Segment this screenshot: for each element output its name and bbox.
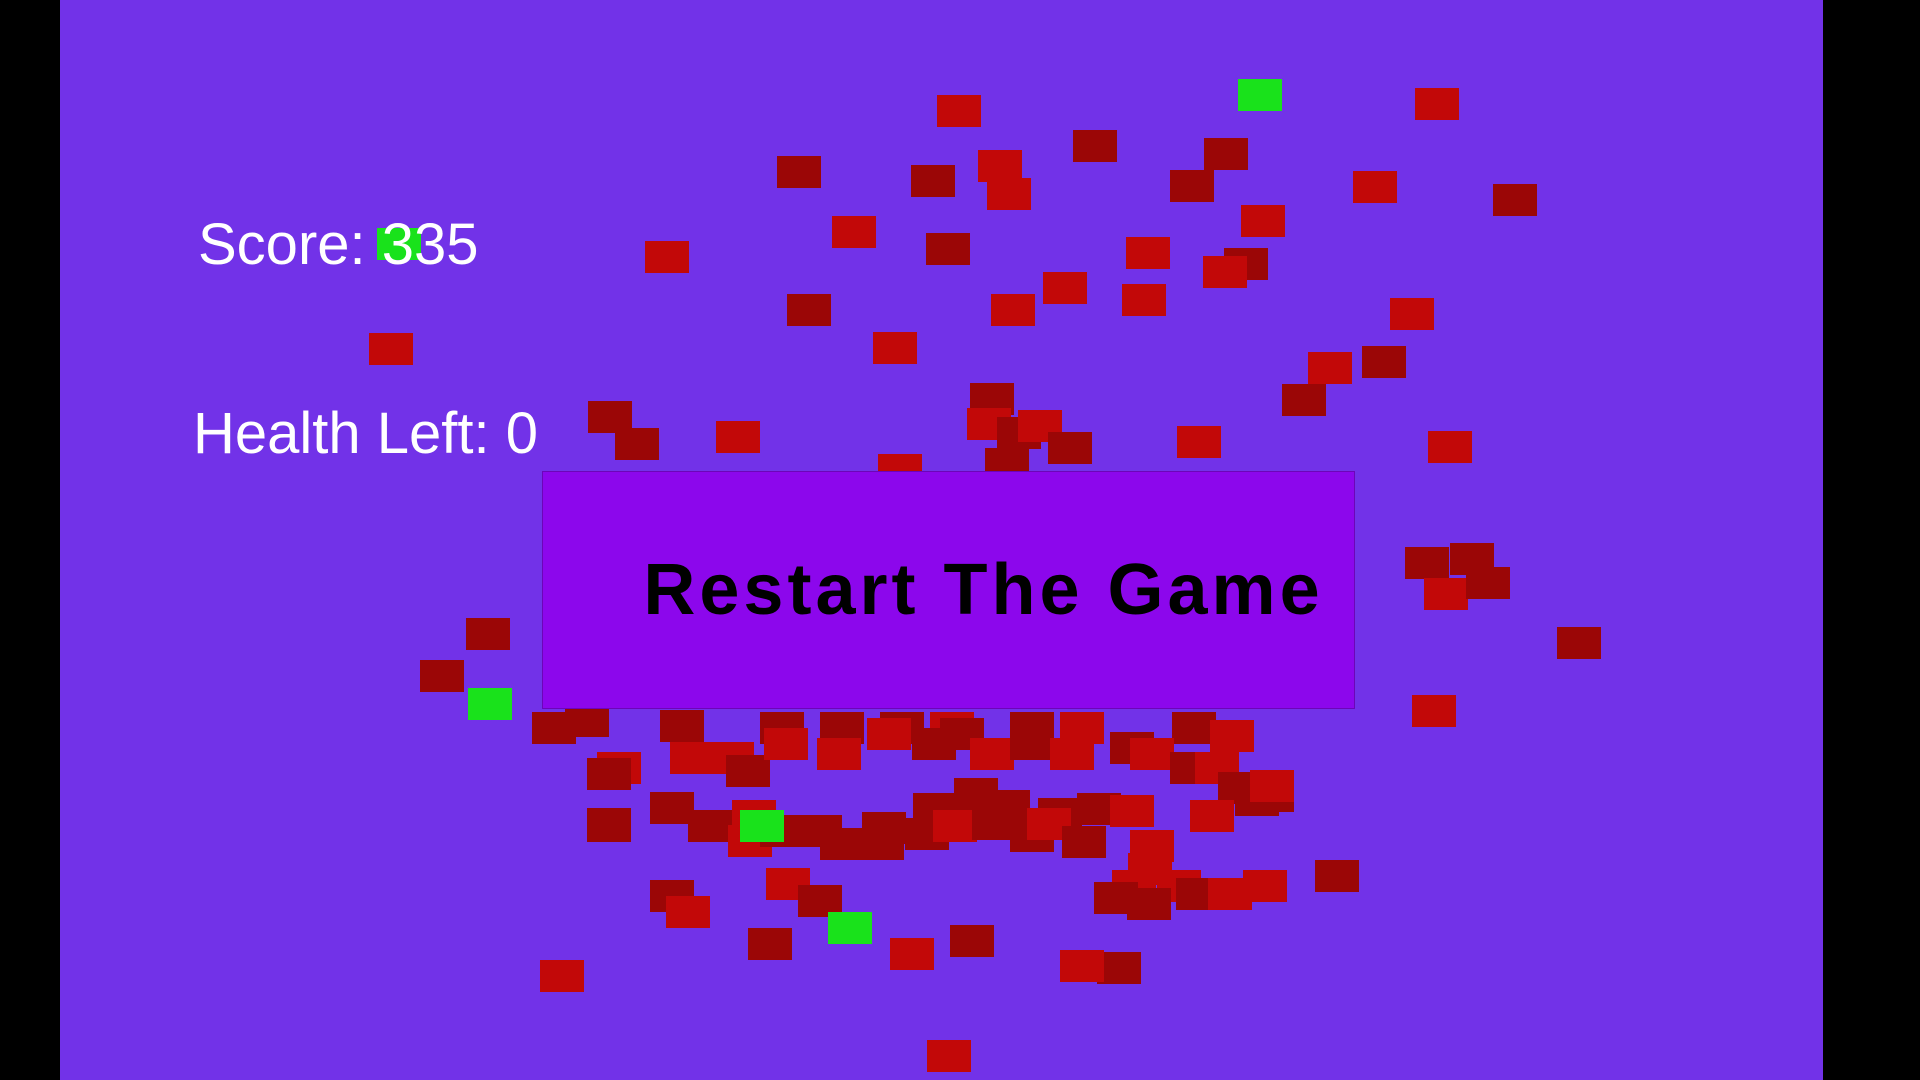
enemy-cube [1315,860,1359,892]
enemy-cube [1190,800,1234,832]
enemy-cube [420,660,464,692]
letterbox-left [0,0,60,1080]
enemy-cube [369,333,413,365]
enemy-cube [716,421,760,453]
enemy-cube [1204,138,1248,170]
enemy-cube [645,241,689,273]
restart-button-label: Restart The Game [643,550,1324,630]
enemy-cube [950,925,994,957]
enemy-cube [860,828,904,860]
enemy-cube [867,718,911,750]
enemy-cube [1127,888,1171,920]
enemy-cube [1073,130,1117,162]
score-display: Score: 335 [198,212,479,277]
enemy-cube [748,928,792,960]
enemy-cube [1210,720,1254,752]
enemy-cube [777,156,821,188]
enemy-cube [832,216,876,248]
enemy-cube [1203,256,1247,288]
enemy-cube [1010,728,1054,760]
enemy-cube [587,810,631,842]
health-display: Health Left: 0 [193,401,538,466]
enemy-cube [1043,272,1087,304]
enemy-cube [820,828,864,860]
enemy-cube [666,896,710,928]
enemy-cube [1241,205,1285,237]
enemy-cube [1060,950,1104,982]
enemy-cube [1428,431,1472,463]
enemy-cube [1177,426,1221,458]
enemy-cube [466,618,510,650]
enemy-cube [1390,298,1434,330]
enemy-cube [787,294,831,326]
enemy-cube [933,810,977,842]
enemy-cube [1048,432,1092,464]
enemy-cube [873,332,917,364]
enemy-cube [1130,738,1174,770]
enemy-cube [587,758,631,790]
enemy-cube [1282,384,1326,416]
game-viewport[interactable]: Score: 335 Health Left: 0 Restart The Ga… [60,0,1823,1080]
enemy-cube [615,428,659,460]
enemy-cube [991,294,1035,326]
letterbox-right [1823,0,1920,1080]
enemy-cube [911,165,955,197]
enemy-cube [1126,237,1170,269]
pickup-cube [468,688,512,720]
enemy-cube [1243,870,1287,902]
enemy-cube [817,738,861,770]
enemy-cube [1557,627,1601,659]
enemy-cube [688,810,732,842]
enemy-cube [540,960,584,992]
enemy-cube [1415,88,1459,120]
restart-game-button[interactable]: Restart The Game [542,471,1355,709]
enemy-cube [926,233,970,265]
enemy-cube [1062,826,1106,858]
enemy-cube [565,705,609,737]
enemy-cube [1122,284,1166,316]
enemy-cube [1110,795,1154,827]
enemy-cube [1362,346,1406,378]
enemy-cube [1466,567,1510,599]
pickup-cube [828,912,872,944]
enemy-cube [937,95,981,127]
enemy-cube [1353,171,1397,203]
enemy-cube [1424,578,1468,610]
enemy-cube [1493,184,1537,216]
enemy-cube [970,738,1014,770]
enemy-cube [987,178,1031,210]
pickup-cube [1238,79,1282,111]
enemy-cube [1412,695,1456,727]
pickup-cube [740,810,784,842]
enemy-cube [1050,738,1094,770]
enemy-cube [927,1040,971,1072]
enemy-cube [1405,547,1449,579]
enemy-cube [1170,170,1214,202]
enemy-cube [660,710,704,742]
enemy-cube [764,728,808,760]
enemy-cube [890,938,934,970]
enemy-cube [1250,770,1294,802]
enemy-cube [670,742,714,774]
enemy-cube [1308,352,1352,384]
